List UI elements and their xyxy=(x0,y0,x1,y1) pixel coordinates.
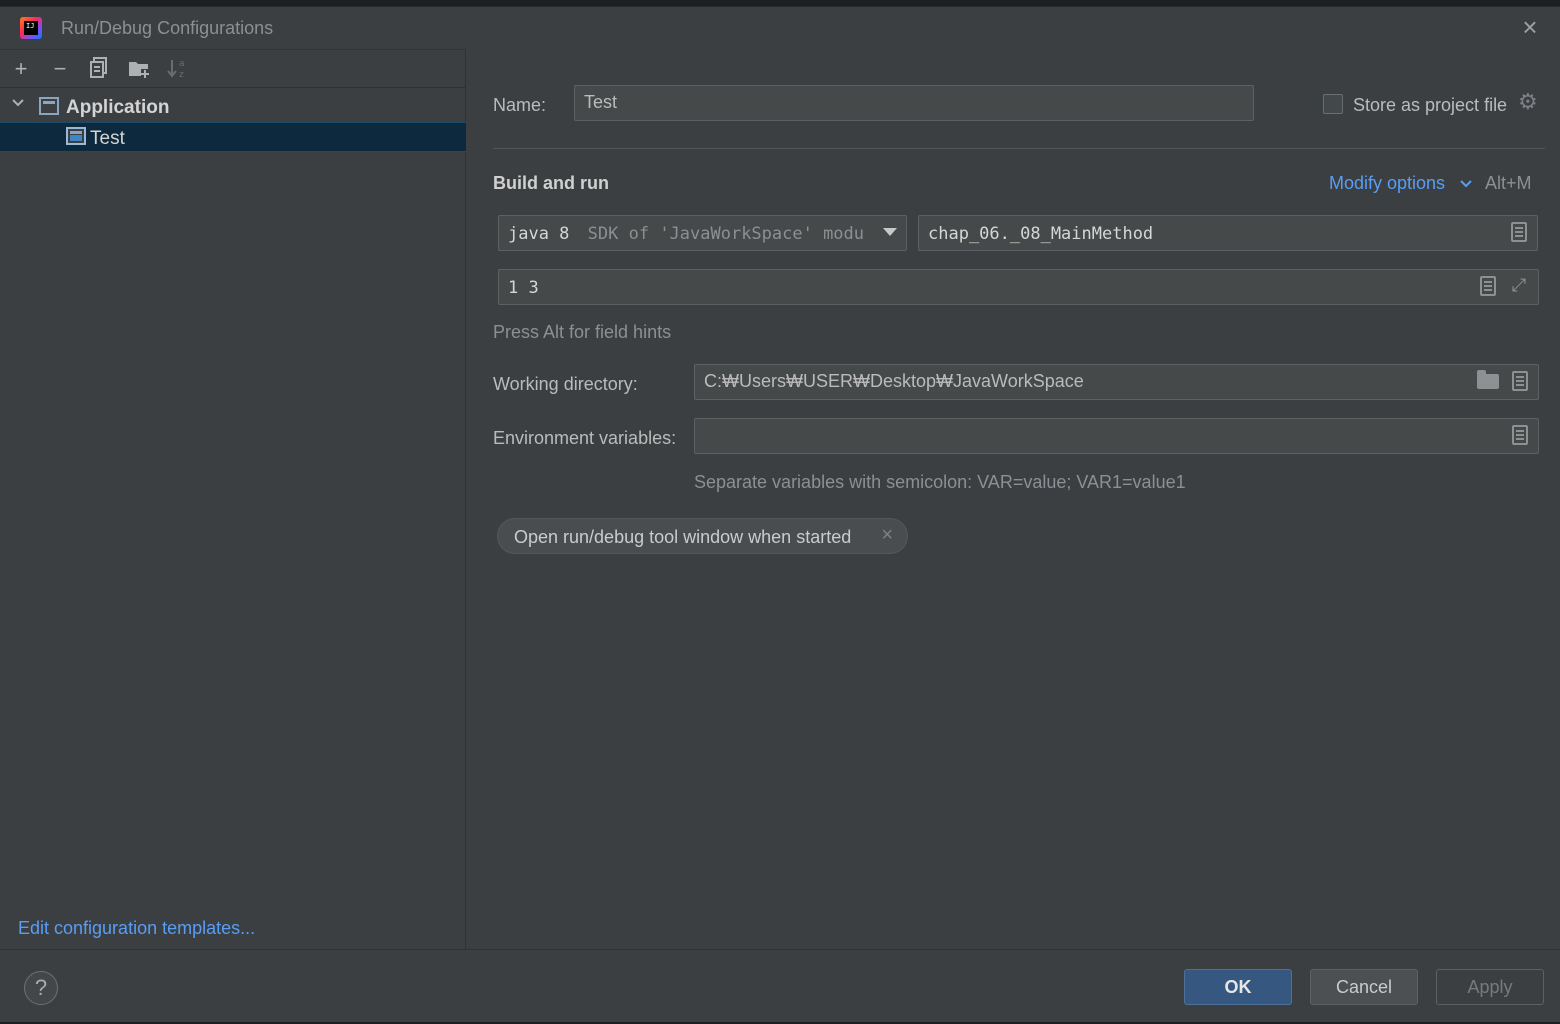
environment-variables-hint: Separate variables with semicolon: VAR=v… xyxy=(694,472,1186,492)
edit-configuration-templates-link[interactable]: Edit configuration templates... xyxy=(18,918,255,939)
svg-text:a: a xyxy=(179,59,185,69)
sort-icon[interactable]: az xyxy=(166,57,190,81)
apply-button[interactable]: Apply xyxy=(1436,969,1544,1005)
remove-icon[interactable]: − xyxy=(48,57,72,81)
ok-button[interactable]: OK xyxy=(1184,969,1292,1005)
configuration-tree: Application Test xyxy=(0,92,466,152)
configurations-pane: + − az Application Test Edit configurati… xyxy=(0,49,466,949)
name-label: Name: xyxy=(493,95,547,115)
remove-option-icon[interactable]: × xyxy=(881,524,893,547)
open-tool-window-option-chip[interactable]: Open run/debug tool window when started … xyxy=(497,518,908,554)
working-directory-label: Working directory: xyxy=(493,374,638,394)
folder-icon[interactable] xyxy=(1477,370,1499,389)
help-icon[interactable]: ? xyxy=(24,971,58,1005)
run-config-icon xyxy=(66,127,86,145)
chip-label: Open run/debug tool window when started xyxy=(514,527,852,547)
intellij-logo-icon: IJ xyxy=(20,17,42,39)
environment-variables-field[interactable] xyxy=(694,418,1539,454)
jdk-detail: SDK of 'JavaWorkSpace' modu xyxy=(587,224,865,244)
cancel-button[interactable]: Cancel xyxy=(1310,969,1418,1005)
tree-group-application[interactable]: Application xyxy=(0,92,466,122)
program-arguments-value: 1 3 xyxy=(508,278,539,298)
copy-icon[interactable] xyxy=(87,57,111,81)
insert-macro-icon[interactable] xyxy=(1512,371,1528,391)
run-debug-dialog: IJ Run/Debug Configurations × + − az App… xyxy=(0,6,1560,1022)
jdk-value: java 8 SDK of 'JavaWorkSpace' modu xyxy=(508,224,864,244)
tree-item-label: Test xyxy=(90,128,125,149)
svg-text:z: z xyxy=(179,70,184,79)
configuration-form: Name: Test Store as project file ⚙ Build… xyxy=(467,49,1560,949)
title-bar: IJ Run/Debug Configurations × xyxy=(0,7,1560,49)
insert-macro-icon[interactable] xyxy=(1480,276,1496,296)
dropdown-arrow-icon[interactable] xyxy=(883,228,897,236)
tree-item-test[interactable]: Test xyxy=(0,122,466,152)
config-toolbar: + − az xyxy=(0,50,466,88)
divider xyxy=(493,148,1545,149)
main-class-value: chap_06._08_MainMethod xyxy=(928,224,1154,244)
chevron-down-icon[interactable] xyxy=(11,96,25,110)
edit-environment-icon[interactable] xyxy=(1512,425,1528,445)
add-icon[interactable]: + xyxy=(9,57,33,81)
close-icon[interactable]: × xyxy=(1518,14,1542,40)
store-as-project-file-checkbox[interactable] xyxy=(1323,94,1343,114)
tree-group-label: Application xyxy=(66,97,170,118)
section-title: Build and run xyxy=(493,173,609,193)
field-hints-text: Press Alt for field hints xyxy=(493,322,672,342)
main-class-field[interactable]: chap_06._08_MainMethod xyxy=(918,215,1538,251)
program-arguments-field[interactable]: 1 3 ⤢ xyxy=(498,269,1539,305)
dialog-footer: ? OK Cancel Apply xyxy=(0,949,1560,1023)
window-title: Run/Debug Configurations xyxy=(61,18,274,38)
working-directory-value: C:₩Users₩USER₩Desktop₩JavaWorkSpace xyxy=(704,371,1084,391)
store-as-project-file-label: Store as project file xyxy=(1353,95,1508,115)
name-field[interactable]: Test xyxy=(574,85,1254,121)
new-folder-icon[interactable] xyxy=(127,57,151,81)
jdk-select[interactable]: java 8 SDK of 'JavaWorkSpace' modu xyxy=(498,215,907,251)
working-directory-field[interactable]: C:₩Users₩USER₩Desktop₩JavaWorkSpace xyxy=(694,364,1539,400)
browse-class-icon[interactable] xyxy=(1511,222,1527,242)
gear-icon[interactable]: ⚙ xyxy=(1518,89,1538,115)
application-config-icon xyxy=(39,97,59,115)
modify-options-shortcut: Alt+M xyxy=(1485,173,1532,193)
environment-variables-label: Environment variables: xyxy=(493,428,677,448)
name-value: Test xyxy=(584,92,618,112)
modify-options-link[interactable]: Modify options xyxy=(1329,173,1445,194)
chevron-down-icon[interactable] xyxy=(1459,175,1473,196)
jdk-version: java 8 xyxy=(508,224,570,244)
expand-icon[interactable]: ⤢ xyxy=(1509,275,1529,295)
